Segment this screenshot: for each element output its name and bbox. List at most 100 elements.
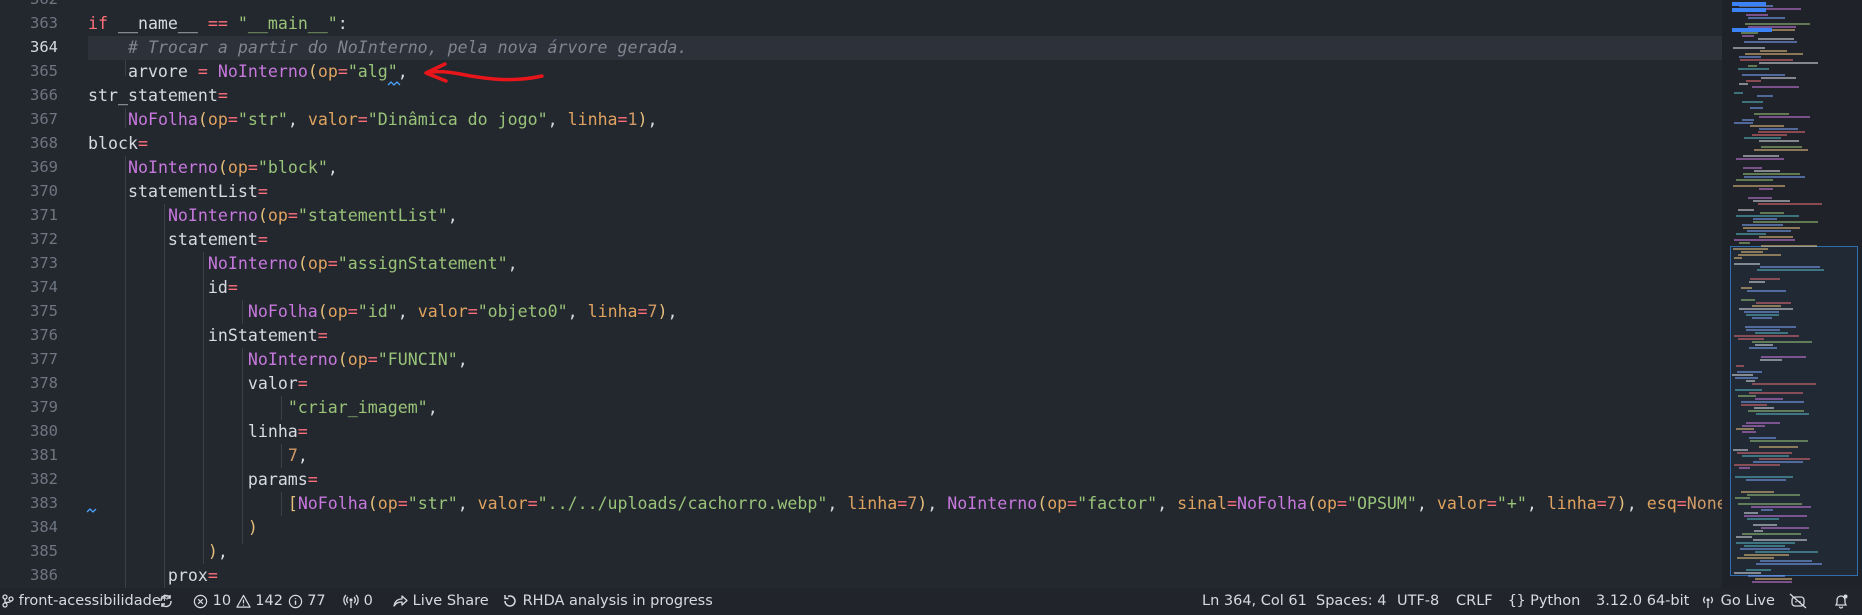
- live-share-icon: [393, 595, 408, 607]
- language-status[interactable]: {} Python: [1508, 588, 1580, 615]
- code-token: "__main__": [237, 14, 338, 33]
- code-line[interactable]: # Trocar a partir do NoInterno, pela nov…: [88, 36, 1722, 60]
- code-line[interactable]: ),: [88, 540, 228, 564]
- code-token: ,: [547, 110, 568, 129]
- line-number: 383: [30, 494, 58, 512]
- minimap-line: [1753, 539, 1807, 541]
- live-share-button[interactable]: Live Share: [392, 588, 489, 615]
- minimap-line: [1742, 224, 1783, 226]
- line-number: 379: [30, 398, 58, 416]
- info-count: 77: [307, 593, 326, 609]
- rhda-status[interactable]: RHDA analysis in progress: [502, 588, 713, 615]
- code-token: =: [297, 374, 308, 393]
- code-token: statement: [88, 230, 258, 249]
- code-line[interactable]: prox=: [88, 564, 218, 588]
- code-token: "objeto0": [477, 302, 568, 321]
- go-live-button[interactable]: Go Live: [1700, 588, 1775, 615]
- branch-name: front-acessibilidade*: [18, 593, 169, 609]
- code-token: ): [917, 494, 928, 513]
- minimap-line: [1744, 41, 1797, 43]
- code-token: ,: [427, 398, 438, 417]
- code-line[interactable]: NoInterno(op="assignStatement",: [88, 252, 518, 276]
- minimap-line: [1741, 32, 1758, 34]
- code-line[interactable]: id=: [88, 276, 238, 300]
- code-editor[interactable]: 362 363 364 365 366 367 368 369 370 371 372 373 374 3…: [0, 0, 1722, 588]
- encoding-status[interactable]: UTF-8: [1397, 588, 1439, 615]
- minimap-line: [1745, 326, 1796, 328]
- code-token: ,: [1626, 494, 1647, 513]
- code-token: "statementList": [297, 206, 448, 225]
- code-token: =: [467, 302, 478, 321]
- minimap-line: [1753, 461, 1803, 463]
- minimap-line: [1758, 131, 1805, 133]
- code-token: ,: [397, 302, 418, 321]
- minimap[interactable]: [1722, 0, 1862, 588]
- code-line[interactable]: linha=: [88, 420, 308, 444]
- code-token: =: [297, 422, 308, 441]
- code-token: [: [287, 494, 298, 513]
- minimap-line: [1741, 299, 1755, 301]
- cursor-position[interactable]: Ln 364, Col 61: [1202, 588, 1307, 615]
- minimap-line: [1760, 212, 1784, 214]
- ports-status[interactable]: 0: [343, 588, 373, 615]
- branch-status[interactable]: front-acessibilidade*: [2, 588, 168, 615]
- code-token: :: [337, 14, 348, 33]
- code-token: ,: [217, 542, 228, 561]
- sync-button[interactable]: [158, 588, 174, 615]
- code-token: "str": [407, 494, 458, 513]
- code-line[interactable]: statementList=: [88, 180, 268, 204]
- code-line[interactable]: statement=: [88, 228, 268, 252]
- interpreter-status[interactable]: 3.12.0 64-bit: [1596, 588, 1689, 615]
- code-line[interactable]: params=: [88, 468, 318, 492]
- copilot-button[interactable]: [1789, 588, 1807, 615]
- line-number: 386: [30, 566, 58, 584]
- minimap-line: [1741, 491, 1774, 493]
- code-token: ,: [397, 62, 408, 81]
- code-token: block: [88, 134, 138, 153]
- line-number: 374: [30, 278, 58, 296]
- code-token: op: [347, 350, 368, 369]
- code-token: ,: [667, 302, 678, 321]
- code-token: =: [357, 110, 368, 129]
- problems-status[interactable]: 10 142 77: [193, 588, 326, 615]
- code-line[interactable]: 7,: [88, 444, 308, 468]
- code-line[interactable]: ): [88, 516, 258, 540]
- code-token: ): [637, 110, 648, 129]
- code-token: ,: [1157, 494, 1178, 513]
- code-line[interactable]: NoFolha(op="id", valor="objeto0", linha=…: [88, 300, 678, 324]
- code-line[interactable]: block=: [88, 132, 148, 156]
- code-area[interactable]: if __name__ == "__main__": # Trocar a pa…: [88, 0, 1722, 588]
- code-line[interactable]: arvore = NoInterno(op="alg",: [88, 60, 408, 84]
- eol-status[interactable]: CRLF: [1456, 588, 1493, 615]
- code-line[interactable]: [NoFolha(op="str", valor="../../uploads/…: [88, 492, 1722, 516]
- minimap-line: [1741, 401, 1804, 403]
- code-line[interactable]: inStatement=: [88, 324, 328, 348]
- code-token: =: [897, 494, 908, 513]
- code-token: "OPSUM": [1346, 494, 1417, 513]
- indentation-status[interactable]: Spaces: 4: [1316, 588, 1386, 615]
- code-line[interactable]: NoFolha(op="str", valor="Dinâmica do jog…: [88, 108, 658, 132]
- minimap-line: [1733, 248, 1768, 250]
- bell-icon: [1834, 594, 1848, 609]
- code-line[interactable]: NoInterno(op="statementList",: [88, 204, 458, 228]
- notifications-button[interactable]: [1833, 588, 1849, 615]
- code-token: valor: [1436, 494, 1487, 513]
- minimap-line: [1748, 65, 1757, 67]
- code-token: ==: [207, 14, 228, 33]
- code-line[interactable]: if __name__ == "__main__":: [88, 12, 348, 36]
- code-token: =: [227, 278, 238, 297]
- code-line[interactable]: NoInterno(op="FUNCIN",: [88, 348, 468, 372]
- minimap-line: [1749, 437, 1776, 439]
- code-line[interactable]: NoInterno(op="block",: [88, 156, 338, 180]
- minimap-line: [1761, 77, 1796, 79]
- code-line[interactable]: valor=: [88, 372, 308, 396]
- minimap-line: [1753, 221, 1818, 223]
- code-line[interactable]: str_statement=: [88, 84, 228, 108]
- minimap-line: [1735, 497, 1750, 499]
- copilot-disabled-icon: [1789, 593, 1807, 609]
- code-line[interactable]: "criar_imagem",: [88, 396, 438, 420]
